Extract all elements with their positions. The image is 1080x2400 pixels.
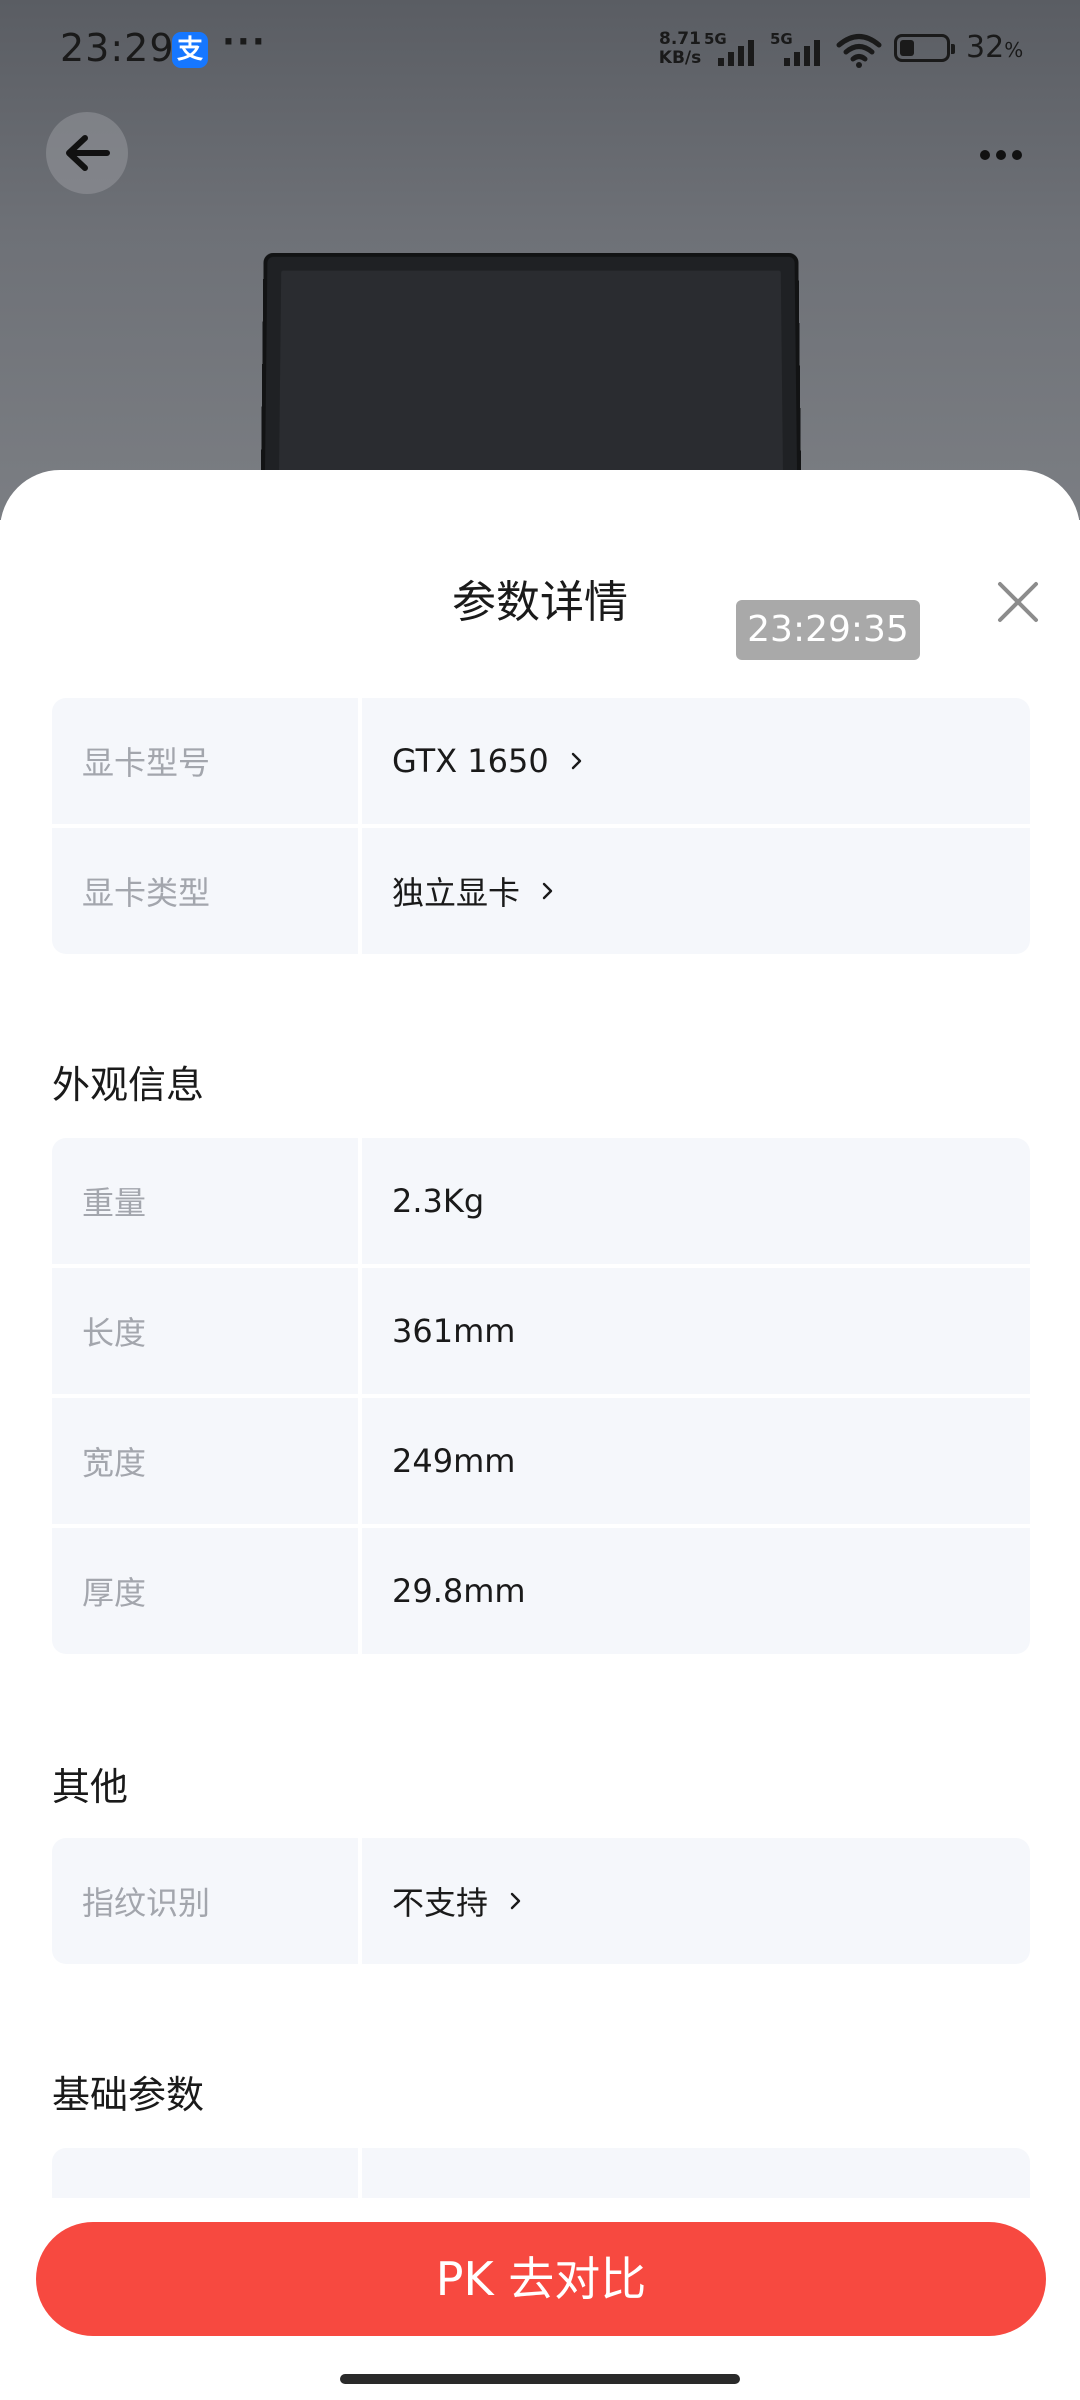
battery-percentage: 32% bbox=[966, 30, 1023, 65]
battery-percent-value: 32 bbox=[966, 30, 1005, 65]
section-heading-appearance: 外观信息 bbox=[52, 1063, 205, 1107]
network-speed-unit: KB/s bbox=[658, 48, 702, 68]
status-time: 23:29 bbox=[60, 26, 175, 70]
spec-value: 不支持 bbox=[392, 1884, 489, 1922]
spec-value: 独立显卡 bbox=[392, 874, 521, 912]
spec-value: GTX 1650 bbox=[392, 742, 549, 780]
wifi-icon bbox=[836, 32, 882, 68]
other-spec-table: 指纹识别 不支持 bbox=[52, 1838, 1030, 1964]
spec-label: 宽度 bbox=[52, 1398, 358, 1524]
spec-row-weight: 重量 2.3Kg bbox=[52, 1138, 1030, 1264]
spec-value: 2.3Kg bbox=[362, 1138, 1030, 1264]
spec-row-gpu-model[interactable]: 显卡型号 GTX 1650 bbox=[52, 698, 1030, 824]
close-button[interactable] bbox=[990, 574, 1046, 630]
spec-label: 显卡类型 bbox=[52, 828, 358, 954]
close-icon bbox=[998, 582, 1038, 622]
battery-percent-unit: % bbox=[1004, 38, 1024, 62]
spec-value bbox=[362, 2148, 1030, 2198]
notification-dots-icon: ··· bbox=[222, 22, 267, 62]
spec-value-cell: 不支持 bbox=[362, 1838, 1030, 1964]
spec-value-cell: 独立显卡 bbox=[362, 828, 1030, 954]
status-bar: 23:29 支 ··· 8.71 KB/s 5G 5G 32% bbox=[0, 0, 1080, 100]
spec-row-partial bbox=[52, 2148, 1030, 2198]
network-speed-value: 8.71 bbox=[659, 29, 701, 49]
spec-row-length: 长度 361mm bbox=[52, 1268, 1030, 1394]
basic-spec-table bbox=[52, 2148, 1030, 2198]
arrow-left-icon bbox=[66, 135, 110, 171]
battery-icon bbox=[894, 34, 955, 62]
section-heading-other: 其他 bbox=[52, 1765, 129, 1809]
spec-label: 显卡型号 bbox=[52, 698, 358, 824]
spec-label bbox=[52, 2148, 358, 2198]
network-speed: 8.71 KB/s bbox=[652, 30, 708, 68]
back-button[interactable] bbox=[46, 112, 128, 194]
alipay-icon: 支 bbox=[172, 32, 208, 68]
more-horizontal-icon bbox=[980, 150, 1022, 160]
sim1-signal-icon: 5G bbox=[704, 30, 766, 66]
spec-row-width: 宽度 249mm bbox=[52, 1398, 1030, 1524]
spec-value-cell: GTX 1650 bbox=[362, 698, 1030, 824]
home-indicator[interactable] bbox=[340, 2374, 740, 2384]
pk-compare-button[interactable]: PK 去对比 bbox=[36, 2222, 1046, 2336]
spec-label: 厚度 bbox=[52, 1528, 358, 1654]
screenshot-timestamp-badge: 23:29:35 bbox=[736, 600, 920, 660]
params-scroll-area[interactable]: 参数详情 23:29:35 显卡型号 GTX 1650 显卡类型 独立显卡 外观… bbox=[0, 470, 1080, 2198]
params-sheet: 参数详情 23:29:35 显卡型号 GTX 1650 显卡类型 独立显卡 外观… bbox=[0, 470, 1080, 2400]
spec-row-gpu-type[interactable]: 显卡类型 独立显卡 bbox=[52, 828, 1030, 954]
section-heading-basic: 基础参数 bbox=[52, 2073, 205, 2117]
battery-level-fill bbox=[900, 40, 914, 56]
appearance-spec-table: 重量 2.3Kg 长度 361mm 宽度 249mm 厚度 29.8mm bbox=[52, 1138, 1030, 1654]
chevron-right-icon bbox=[571, 752, 581, 770]
spec-value: 361mm bbox=[362, 1268, 1030, 1394]
spec-row-fingerprint[interactable]: 指纹识别 不支持 bbox=[52, 1838, 1030, 1964]
chevron-right-icon bbox=[542, 882, 553, 900]
spec-value: 29.8mm bbox=[362, 1528, 1030, 1654]
spec-label: 重量 bbox=[52, 1138, 358, 1264]
chevron-right-icon bbox=[510, 1892, 521, 1910]
spec-label: 长度 bbox=[52, 1268, 358, 1394]
spec-label: 指纹识别 bbox=[52, 1838, 358, 1964]
sim2-signal-icon: 5G bbox=[770, 30, 832, 66]
spec-value: 249mm bbox=[362, 1398, 1030, 1524]
spec-row-thickness: 厚度 29.8mm bbox=[52, 1528, 1030, 1654]
gpu-spec-table: 显卡型号 GTX 1650 显卡类型 独立显卡 bbox=[52, 698, 1030, 954]
more-options-button[interactable] bbox=[966, 120, 1036, 190]
